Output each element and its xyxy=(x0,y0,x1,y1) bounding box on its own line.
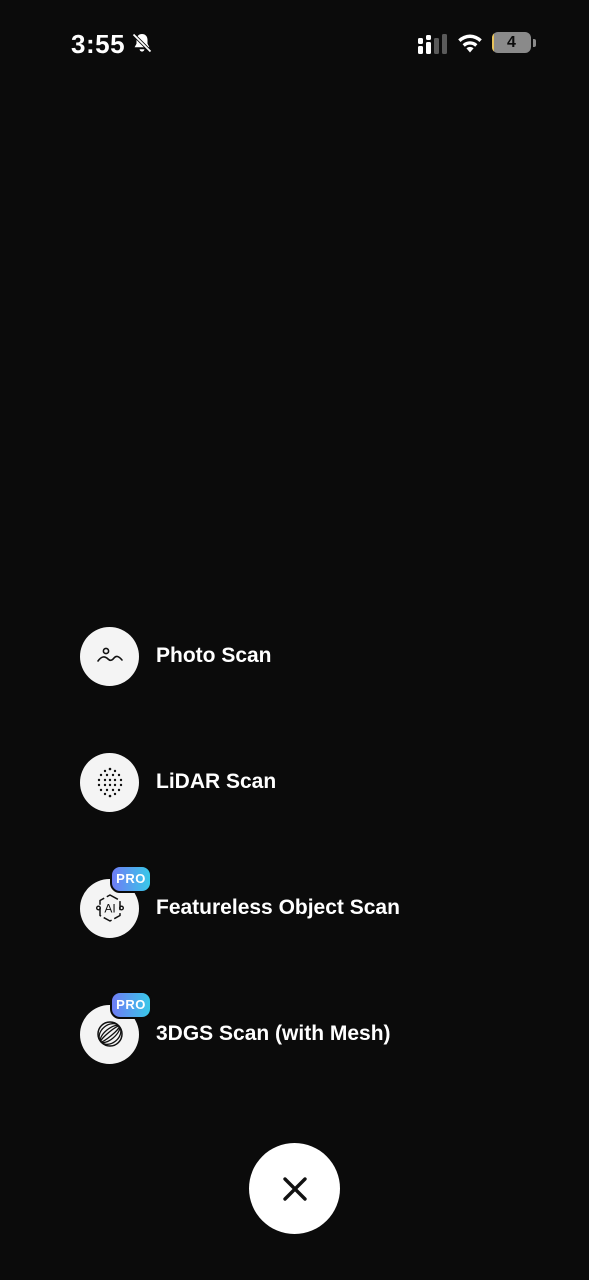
pro-badge: PRO xyxy=(110,990,152,1019)
ai-scan-icon: AI xyxy=(95,894,124,922)
photo-scan-icon xyxy=(96,647,123,662)
pro-badge: PRO xyxy=(110,864,152,893)
lidar-scan-icon-circle xyxy=(80,752,139,812)
photo-scan-icon-circle xyxy=(80,626,139,686)
battery-icon: 4 xyxy=(492,32,536,54)
close-icon xyxy=(282,1176,307,1201)
sphere-scan-icon-circle: PRO xyxy=(80,990,152,1064)
svg-text:AI: AI xyxy=(104,902,115,916)
scan-mode-menu-screen: 3:55 4 Photo Scan LiDAR Scan AI PRO Feat… xyxy=(0,0,589,1280)
scan-mode-list: Photo Scan LiDAR Scan AI PRO Featureless… xyxy=(80,626,540,1064)
featureless-object-scan-label: Featureless Object Scan xyxy=(156,896,400,919)
photo-scan-label: Photo Scan xyxy=(156,644,272,667)
lidar-scan-option[interactable]: LiDAR Scan xyxy=(80,752,540,812)
sphere-scan-icon xyxy=(96,1021,123,1047)
close-button[interactable] xyxy=(249,1143,340,1234)
bell-slash-icon xyxy=(132,33,152,53)
lidar-scan-icon xyxy=(97,767,122,798)
battery-body: 4 xyxy=(492,32,531,53)
battery-level: 4 xyxy=(507,34,516,51)
featureless-object-scan-option[interactable]: AI PRO Featureless Object Scan xyxy=(80,864,540,938)
3dgs-scan-label: 3DGS Scan (with Mesh) xyxy=(156,1022,391,1045)
lidar-scan-label: LiDAR Scan xyxy=(156,770,277,793)
signal-icon xyxy=(418,34,447,54)
3dgs-scan-option[interactable]: PRO 3DGS Scan (with Mesh) xyxy=(80,990,540,1064)
status-time: 3:55 xyxy=(71,29,126,59)
battery-cap xyxy=(533,39,536,47)
ai-scan-icon-circle: AI PRO xyxy=(80,864,152,938)
status-bar: 3:55 4 xyxy=(0,0,589,88)
photo-scan-option[interactable]: Photo Scan xyxy=(80,626,540,686)
wifi-icon xyxy=(458,34,482,53)
